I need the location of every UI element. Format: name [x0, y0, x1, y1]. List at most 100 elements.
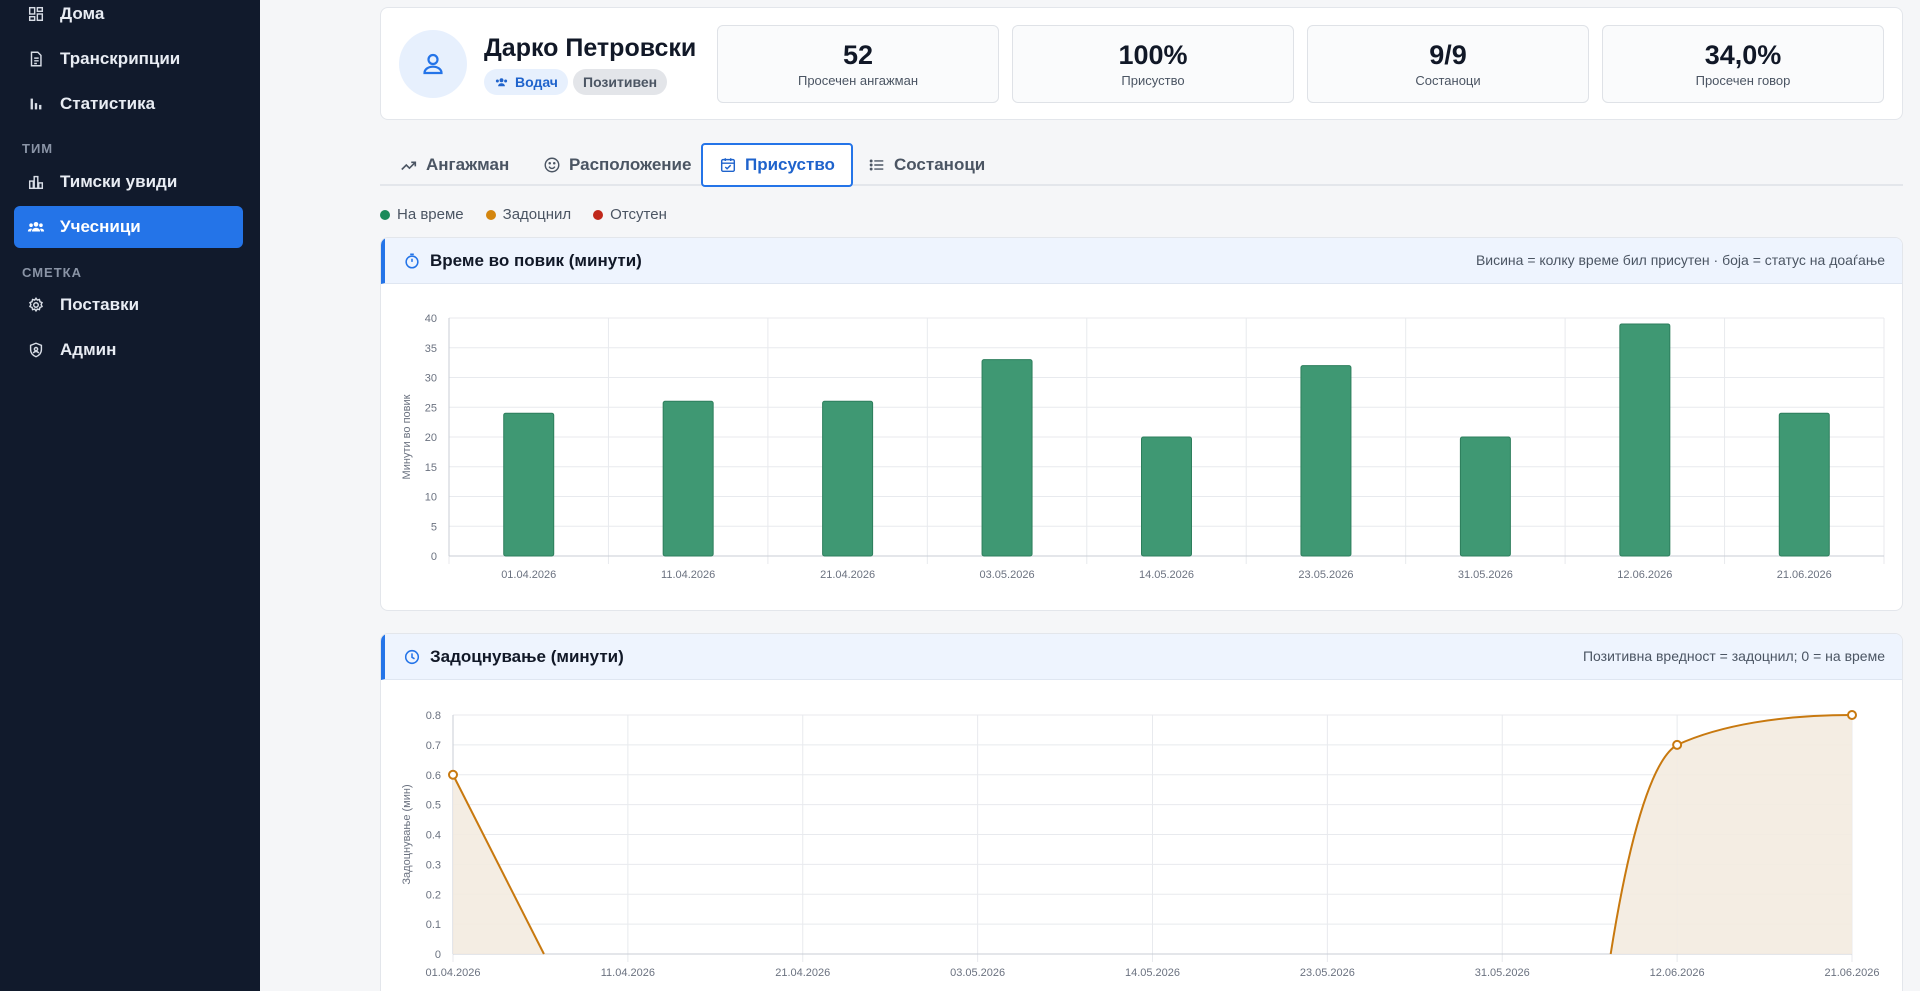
stat-label: Присуство: [1121, 73, 1185, 88]
x-tick-label: 21.04.2026: [820, 569, 875, 581]
legend-label: На време: [397, 206, 464, 223]
y-tick-label: 20: [425, 432, 437, 444]
y-tick-label: 0.1: [426, 919, 441, 931]
x-tick-label: 21.06.2026: [1777, 569, 1832, 581]
smile-icon: [544, 157, 560, 173]
legend-absent: Отсутен: [593, 206, 667, 223]
role-badge: Водач: [484, 69, 568, 95]
trend-icon: [401, 161, 417, 171]
tab-label: Состаноци: [894, 155, 986, 174]
y-tick-label: 0.4: [426, 830, 441, 842]
y-tick-label: 40: [425, 313, 437, 325]
bar: [981, 359, 1033, 557]
x-tick-label: 01.04.2026: [501, 569, 556, 581]
sidebar: Дома Транскрипции Статистика ТИМ Тимски …: [0, 0, 260, 991]
legend-on-time: На време: [380, 206, 464, 223]
time-in-call-chart: 0 5 10 15 20 25 30 35 40 01.04.2026 11.04.2026 21.0…: [401, 313, 1885, 581]
y-tick-label: 30: [425, 373, 437, 385]
sidebar-item-label: Поставки: [60, 295, 140, 314]
sidebar-item-label: Учесници: [60, 217, 141, 236]
tab-attendance[interactable]: Присуство: [701, 143, 853, 187]
sidebar-item-label: Статистика: [60, 94, 156, 113]
x-tick-label: 12.06.2026: [1650, 967, 1705, 979]
lateness-area: [1677, 715, 1852, 954]
x-tick-label: 01.04.2026: [425, 967, 480, 979]
x-tick-label: 23.05.2026: [1300, 967, 1355, 979]
y-tick-label: 0.7: [426, 740, 441, 752]
data-point: [1847, 710, 1857, 720]
stat-label: Просечен ангажман: [797, 73, 919, 88]
stat-card-attendance: 100% Присуство: [1012, 25, 1294, 103]
time-in-call-card: Време во повик (минути) Висина = колку в…: [380, 237, 1903, 611]
legend-dot: [380, 209, 390, 220]
y-axis-title: Задоцнување (мин): [401, 784, 413, 884]
y-tick-label: 25: [425, 402, 437, 414]
bar: [1141, 436, 1192, 557]
tab-label: Расположение: [569, 155, 692, 174]
user-icon: [423, 53, 443, 75]
attendance-legend: На време Задоцнил Отсутен: [380, 206, 689, 223]
stat-label: Состаноци: [1415, 73, 1481, 88]
participants-icon: [495, 77, 508, 86]
legend-label: Задоцнил: [502, 206, 572, 223]
data-point: [1672, 739, 1683, 750]
stat-card-engagement: 52 Просечен ангажман: [717, 25, 999, 103]
sidebar-item-transcripts[interactable]: Транскрипции: [14, 38, 243, 80]
tab-label: Ангажман: [426, 155, 510, 174]
tab-sentiment[interactable]: Расположение: [527, 143, 707, 187]
sentiment-badge: Позитивен: [573, 69, 668, 95]
legend-dot: [593, 209, 604, 220]
y-tick-label: 0.3: [426, 859, 441, 871]
dashboard-icon: [26, 4, 46, 24]
list-icon: [869, 159, 884, 171]
x-tick-label: 21.06.2026: [1824, 967, 1879, 979]
legend-label: Отсутен: [610, 206, 667, 223]
stat-value: 34,0%: [1704, 40, 1782, 70]
sidebar-item-label: Тимски увиди: [60, 172, 178, 191]
legend-late: Задоцнил: [485, 206, 572, 223]
y-tick-label: 0.5: [426, 800, 441, 812]
role-badge-label: Водач: [515, 74, 558, 90]
calendar-check-icon: [720, 158, 736, 173]
y-tick-label: 0.2: [426, 889, 441, 901]
tab-meetings[interactable]: Состаноци: [852, 143, 1001, 187]
shield-icon: [26, 340, 46, 360]
tab-engagement[interactable]: Ангажман: [384, 143, 525, 187]
profile-header-card: Дарко Петровски Водач Позитивен 52 Просе…: [380, 7, 1903, 120]
y-tick-label: 15: [425, 462, 437, 474]
y-tick-label: 0: [435, 949, 441, 961]
stat-card-meetings: 9/9 Состаноци: [1307, 25, 1589, 103]
sidebar-item-participants[interactable]: Учесници: [14, 206, 243, 248]
y-tick-label: 0.8: [426, 710, 441, 722]
bar-chart-icon: [26, 94, 46, 114]
y-tick-label: 0.6: [426, 770, 441, 782]
sidebar-section-team: ТИМ: [22, 141, 54, 156]
sidebar-item-statistics[interactable]: Статистика: [14, 83, 243, 125]
x-tick-label: 21.04.2026: [775, 967, 830, 979]
bar: [662, 400, 714, 557]
lateness-card: Задоцнување (минути) Позитивна вредност …: [380, 633, 1903, 991]
sidebar-item-settings[interactable]: Поставки: [14, 284, 243, 326]
y-tick-label: 5: [431, 521, 437, 533]
sidebar-item-team-insights[interactable]: Тимски увиди: [14, 161, 243, 203]
sidebar-item-admin[interactable]: Админ: [14, 329, 243, 371]
team-insights-icon: [26, 172, 46, 192]
sidebar-section-account: СМЕТКА: [22, 265, 82, 280]
stat-value: 100%: [1118, 40, 1188, 70]
x-tick-label: 14.05.2026: [1139, 569, 1194, 581]
data-point: [448, 769, 458, 780]
y-tick-label: 10: [425, 492, 437, 504]
avatar: [399, 30, 467, 98]
lateness-area: [1610, 744, 1678, 954]
bar: [1619, 323, 1671, 557]
sidebar-item-label: Транскрипции: [60, 49, 181, 68]
sidebar-item-label: Админ: [60, 340, 117, 359]
y-tick-label: 35: [425, 343, 437, 355]
stat-value: 9/9: [1429, 40, 1467, 70]
x-tick-label: 11.04.2026: [661, 569, 715, 581]
document-icon: [26, 49, 46, 69]
sidebar-item-label: Дома: [60, 4, 105, 23]
sidebar-item-home[interactable]: Дома: [14, 0, 243, 35]
tab-label: Присуство: [745, 155, 835, 174]
x-tick-label: 31.05.2026: [1475, 967, 1530, 979]
